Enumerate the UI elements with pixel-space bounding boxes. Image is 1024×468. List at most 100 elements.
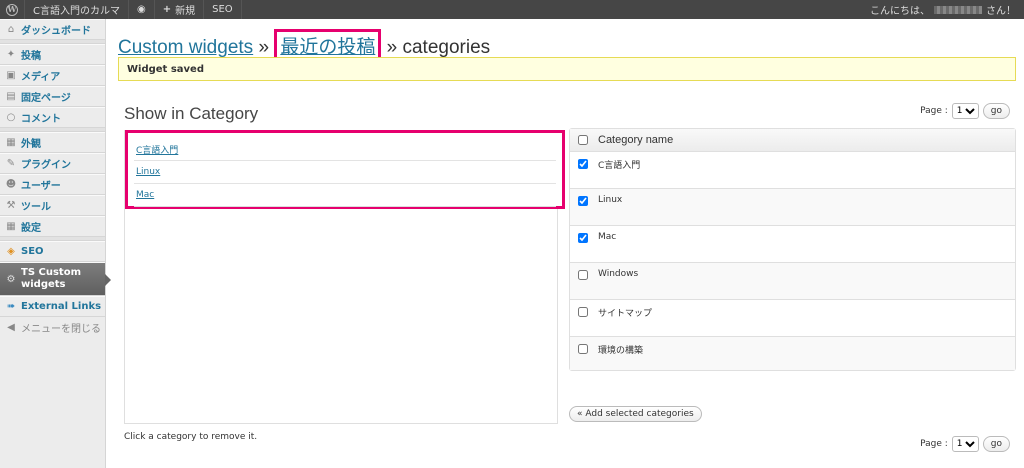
admin-bar: W C言語入門のカルマ ◉ + 新規 SEO こんにちは、 さん！ xyxy=(0,0,1024,19)
sidebar-item-label: ダッシュボード xyxy=(21,26,91,37)
row-checkbox[interactable] xyxy=(578,233,588,243)
category-name: Mac xyxy=(598,232,617,242)
sidebar-item-label: ユーザー xyxy=(21,181,61,192)
seo-icon: ◈ xyxy=(7,246,15,257)
select-all-cell xyxy=(570,135,596,145)
page-label: Page : xyxy=(920,439,948,449)
sidebar-item-ts-custom-widgets[interactable]: ⚙ TS Custom widgets xyxy=(0,262,111,296)
selected-categories-panel: C言語入門 Linux Mac xyxy=(124,130,565,424)
page-select[interactable]: 1 xyxy=(951,436,979,452)
new-content-menu[interactable]: + 新規 xyxy=(155,0,203,19)
notice-message: Widget saved xyxy=(118,57,1016,81)
sidebar-item-pages[interactable]: ▤ 固定ページ xyxy=(0,86,105,107)
sidebar-item-seo[interactable]: ◈ SEO xyxy=(0,241,105,262)
sidebar-item-label: ツール xyxy=(21,202,51,213)
users-icon: ☻ xyxy=(5,179,17,190)
blurred-username xyxy=(934,5,982,14)
remove-hint: Click a category to remove it. xyxy=(124,432,258,442)
row-checkbox-cell xyxy=(570,268,596,280)
plugin-icon: ✎ xyxy=(6,158,16,169)
site-name-link[interactable]: C言語入門のカルマ xyxy=(25,0,128,19)
account-menu[interactable]: こんにちは、 さん！ xyxy=(862,0,1024,19)
comment-bubble-icon[interactable]: ◉ xyxy=(129,0,154,19)
select-all-checkbox[interactable] xyxy=(578,135,588,145)
sidebar-item-label: コメント xyxy=(21,114,61,125)
sidebar-item-label: 設定 xyxy=(21,223,41,234)
breadcrumb-separator: » xyxy=(258,37,270,58)
table-header: Category name xyxy=(570,129,1015,152)
sidebar-item-posts[interactable]: ✦ 投稿 xyxy=(0,44,105,65)
wordpress-logo-icon[interactable]: W xyxy=(0,0,24,19)
media-icon: ▣ xyxy=(6,70,16,81)
category-name: サイトマップ xyxy=(598,309,653,319)
page-label: Page : xyxy=(920,106,948,116)
sidebar-item-media[interactable]: ▣ メディア xyxy=(0,65,105,86)
sidebar-item-tools[interactable]: ⚒ ツール xyxy=(0,195,105,216)
row-checkbox[interactable] xyxy=(578,270,588,280)
category-name: Windows xyxy=(598,269,639,279)
admin-sidebar: ⌂ ダッシュボード ✦ 投稿 ▣ メディア ▤ 固定ページ ○ コメント ▦ 外… xyxy=(0,19,111,468)
row-checkbox-cell xyxy=(570,342,596,354)
go-button[interactable]: go xyxy=(982,103,1010,119)
table-row: Linux xyxy=(570,189,1015,226)
gear-icon: ⚙ xyxy=(6,273,16,285)
sidebar-item-label: 外観 xyxy=(21,139,41,150)
section-title: Show in Category xyxy=(124,104,259,123)
list-item: Mac xyxy=(134,184,556,207)
sidebar-item-label: 投稿 xyxy=(21,51,41,62)
add-selected-categories-button[interactable]: « Add selected categories xyxy=(569,406,702,422)
category-name: Linux xyxy=(598,195,623,205)
category-table: Category name C言語入門 Linux Mac Windows サイ… xyxy=(569,128,1016,371)
settings-icon: ▦ xyxy=(6,221,16,232)
sidebar-item-label: プラグイン xyxy=(21,160,71,171)
sidebar-item-settings[interactable]: ▦ 設定 xyxy=(0,216,105,237)
table-row: C言語入門 xyxy=(570,152,1015,189)
breadcrumb-custom-widgets-link[interactable]: Custom widgets xyxy=(118,37,253,58)
sidebar-item-label: 固定ページ xyxy=(21,93,71,104)
sidebar-item-plugins[interactable]: ✎ プラグイン xyxy=(0,153,105,174)
row-checkbox-cell xyxy=(570,231,596,243)
row-checkbox-cell xyxy=(570,157,596,169)
collapse-menu-button[interactable]: ◀ メニューを閉じる xyxy=(0,317,105,338)
list-item: Linux xyxy=(134,161,556,184)
plus-icon: + xyxy=(162,4,172,15)
breadcrumb-current: categories xyxy=(402,37,491,58)
row-checkbox[interactable] xyxy=(578,196,588,206)
row-checkbox[interactable] xyxy=(578,307,588,317)
row-checkbox[interactable] xyxy=(578,159,588,169)
selected-categories-list: C言語入門 Linux Mac xyxy=(125,130,565,209)
sidebar-item-label: TS Custom widgets xyxy=(21,267,81,290)
row-checkbox[interactable] xyxy=(578,344,588,354)
selected-category-link[interactable]: Linux xyxy=(136,167,160,177)
pin-icon: ✦ xyxy=(6,49,16,60)
table-row: 環境の構築 xyxy=(570,337,1015,370)
sidebar-item-comments[interactable]: ○ コメント xyxy=(0,107,105,128)
sidebar-item-users[interactable]: ☻ ユーザー xyxy=(0,174,105,195)
appearance-icon: ▦ xyxy=(6,137,16,148)
sidebar-item-external-links[interactable]: ➠ External Links xyxy=(0,296,105,317)
pages-icon: ▤ xyxy=(6,91,16,102)
list-item: C言語入門 xyxy=(134,138,556,161)
main-content: Custom widgets » 最近の投稿 » categories Widg… xyxy=(118,19,1016,468)
table-row: Mac xyxy=(570,226,1015,263)
sidebar-item-label: SEO xyxy=(21,246,44,257)
breadcrumb-separator: » xyxy=(386,37,398,58)
sidebar-item-appearance[interactable]: ▦ 外観 xyxy=(0,132,105,153)
go-button[interactable]: go xyxy=(982,436,1010,452)
table-row: Windows xyxy=(570,263,1015,300)
seo-menu[interactable]: SEO xyxy=(204,0,241,19)
dashboard-icon: ⌂ xyxy=(7,24,15,35)
breadcrumb-widget-link[interactable]: 最近の投稿 xyxy=(280,37,375,58)
selected-category-link[interactable]: Mac xyxy=(136,190,154,200)
sidebar-item-dashboard[interactable]: ⌂ ダッシュボード xyxy=(0,19,105,40)
tools-icon: ⚒ xyxy=(6,200,16,211)
pager-bottom: Page : 1 go xyxy=(920,436,1010,452)
greeting-prefix: こんにちは、 xyxy=(870,6,930,17)
divider xyxy=(240,0,242,19)
sidebar-item-label: メディア xyxy=(21,72,61,83)
column-header-category-name: Category name xyxy=(598,134,674,146)
category-name: C言語入門 xyxy=(598,161,641,171)
selected-category-link[interactable]: C言語入門 xyxy=(136,143,178,156)
page-select[interactable]: 1 xyxy=(951,103,979,119)
row-checkbox-cell xyxy=(570,305,596,317)
